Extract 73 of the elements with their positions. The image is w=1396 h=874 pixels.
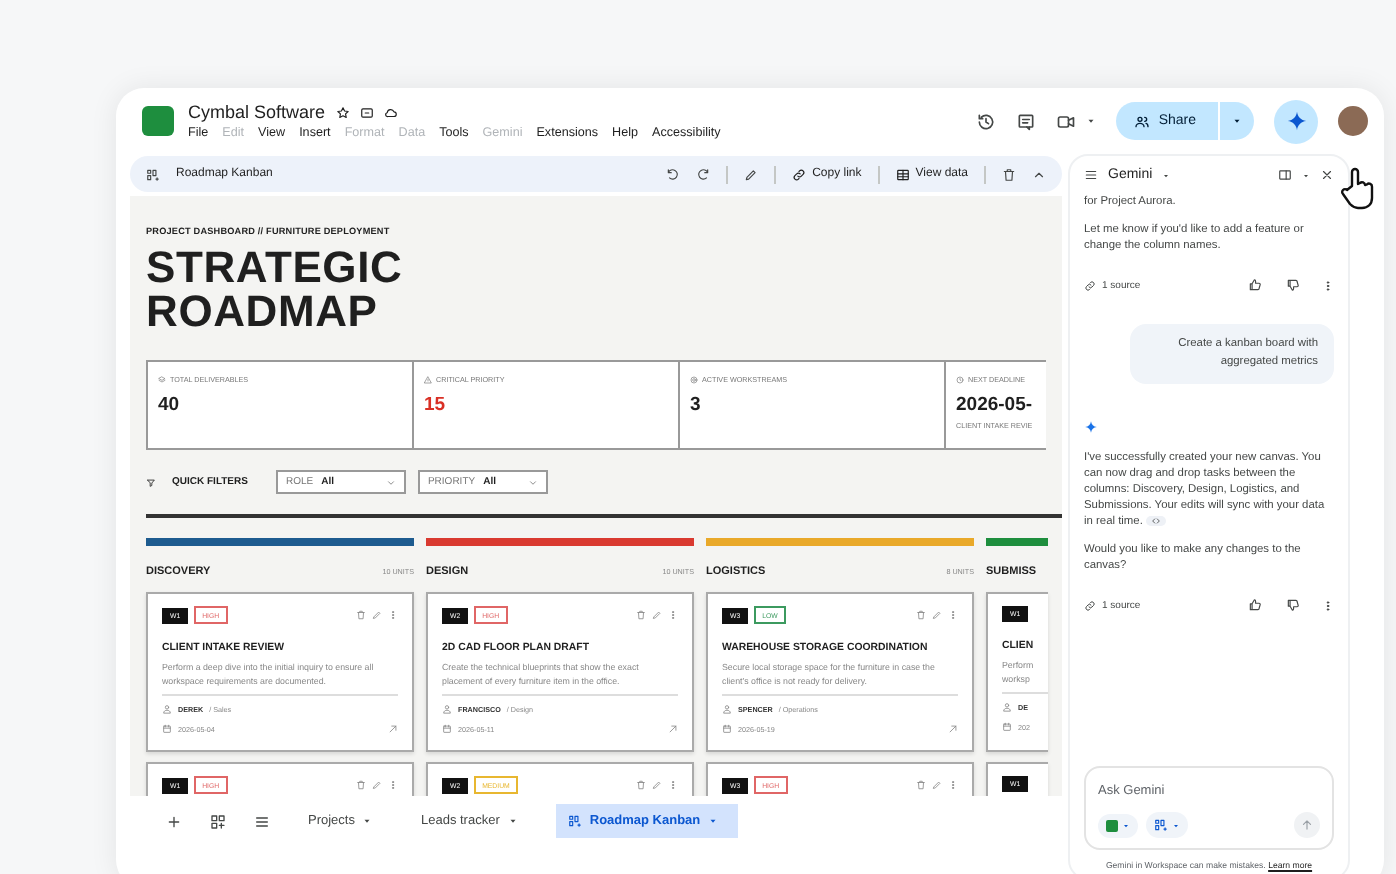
person-icon: [722, 704, 732, 714]
code-icon[interactable]: [1146, 516, 1166, 526]
caret-icon: [1172, 821, 1180, 829]
person-icon: [442, 704, 452, 714]
link-icon: [792, 167, 807, 181]
kanban-icon: [567, 814, 582, 828]
grid-icon[interactable]: [210, 813, 226, 829]
sheets-chip[interactable]: [1098, 813, 1138, 837]
thumbs-down-icon[interactable]: [1286, 598, 1300, 612]
more-icon[interactable]: [1322, 599, 1334, 611]
document-title[interactable]: Cymbal Software: [188, 102, 326, 122]
caret-icon: [507, 816, 518, 826]
caret-icon: [708, 816, 719, 826]
kanban-icon: [1154, 818, 1168, 832]
calendar-icon: [442, 724, 452, 734]
sparkle-icon: [1285, 110, 1307, 132]
pencil-icon[interactable]: [744, 167, 759, 181]
link-icon: [1084, 279, 1096, 291]
stat-value: 15: [424, 394, 448, 416]
caret-icon: [1122, 821, 1130, 829]
redo-icon[interactable]: [696, 167, 711, 181]
caret-icon: [1232, 116, 1242, 126]
calendar-icon: [1002, 722, 1012, 732]
caret-icon: [362, 816, 373, 826]
calendar-icon: [722, 724, 732, 734]
caret-icon: [1302, 171, 1310, 179]
thumbs-up-icon[interactable]: [1248, 598, 1262, 612]
link-icon: [1084, 599, 1096, 611]
trash-icon[interactable]: [1002, 167, 1016, 181]
comment-icon[interactable]: [1016, 111, 1037, 131]
table-icon: [895, 167, 910, 181]
menu-icon[interactable]: [1084, 168, 1098, 182]
sheets-logo-icon[interactable]: [142, 106, 174, 136]
person-icon: [162, 704, 172, 714]
avatar[interactable]: [1338, 106, 1368, 136]
gemini-button[interactable]: [1274, 99, 1318, 143]
expand-icon[interactable]: [388, 724, 398, 734]
thumbs-up-icon[interactable]: [1248, 278, 1262, 292]
stat-icon: [424, 376, 432, 384]
video-icon[interactable]: [1056, 111, 1077, 131]
chevron-icon: [385, 477, 396, 487]
expand-icon[interactable]: [668, 724, 678, 734]
stat-icon: [158, 376, 166, 384]
close-icon[interactable]: [1320, 168, 1334, 182]
sheets-icon: [1106, 819, 1118, 831]
kanban-icon: [146, 167, 160, 181]
stat-value: 2026-05-: [956, 394, 1035, 416]
dashboard-title: STRATEGIC ROADMAP: [146, 246, 405, 334]
history-icon[interactable]: [976, 111, 997, 131]
stat-value: 3: [690, 394, 703, 416]
kanban-chip[interactable]: [1146, 812, 1188, 838]
people-icon: [1134, 113, 1151, 129]
panel-icon[interactable]: [1278, 168, 1292, 182]
calendar-icon: [162, 724, 172, 734]
collapse-icon[interactable]: [1032, 167, 1046, 181]
code-glyph-icon: [1150, 516, 1162, 526]
caret-icon: [1086, 116, 1097, 126]
stat-value: 40: [158, 394, 182, 416]
person-icon: [1002, 702, 1012, 712]
add-sheet-icon[interactable]: [166, 813, 182, 829]
arrow-up-icon: [1300, 818, 1314, 832]
chevron-icon: [527, 477, 538, 487]
expand-icon[interactable]: [948, 724, 958, 734]
stat-icon: [690, 376, 698, 384]
filter-icon: [146, 477, 156, 487]
stat-icon: [956, 376, 964, 384]
more-icon[interactable]: [1322, 279, 1334, 291]
folder-icon[interactable]: [359, 105, 374, 119]
menu-icon[interactable]: [254, 813, 270, 829]
cloud-icon[interactable]: [383, 105, 398, 119]
undo-icon[interactable]: [666, 167, 681, 181]
thumbs-down-icon[interactable]: [1286, 278, 1300, 292]
star-icon[interactable]: [335, 105, 350, 119]
